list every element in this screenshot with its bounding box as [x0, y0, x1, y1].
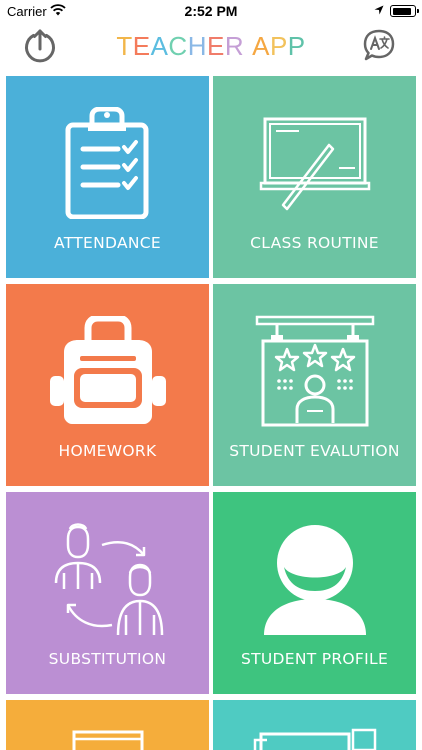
star-board-icon — [213, 306, 416, 436]
tile-label: STUDENT EVALUTION — [229, 442, 400, 460]
tile-label: SUBSTITUTION — [48, 650, 167, 668]
dashboard-grid: ATTENDANCE CLASS ROUTINE HOMEWORK STUDEN… — [6, 76, 416, 750]
tile-label: STUDENT PROFILE — [240, 650, 389, 668]
user-profile-icon — [213, 514, 416, 644]
tile-student-profile[interactable]: STUDENT PROFILE — [213, 492, 416, 694]
clock: 2:52 PM — [184, 3, 238, 19]
book-icon — [72, 730, 144, 750]
tile-substitution[interactable]: SUBSTITUTION — [6, 492, 209, 694]
battery-icon — [390, 5, 419, 17]
translate-icon[interactable] — [361, 27, 397, 63]
blackboard-icon — [213, 98, 416, 228]
app-title-text: TEACHER APP — [116, 31, 306, 61]
tile-attendance[interactable]: ATTENDANCE — [6, 76, 209, 278]
app-title: TEACHER APP — [0, 31, 422, 62]
tile-bottom-left[interactable] — [6, 700, 209, 750]
tile-label: CLASS ROUTINE — [250, 234, 379, 252]
location-icon — [374, 5, 384, 15]
status-bar: Carrier 2:52 PM — [0, 0, 422, 22]
tile-bottom-right[interactable] — [213, 700, 416, 750]
tile-label: ATTENDANCE — [54, 234, 161, 252]
tile-homework[interactable]: HOMEWORK — [6, 284, 209, 486]
tile-class-routine[interactable]: CLASS ROUTINE — [213, 76, 416, 278]
nav-bar: TEACHER APP — [0, 22, 422, 72]
battery-level — [392, 7, 412, 15]
tile-label: HOMEWORK — [58, 442, 157, 460]
tile-student-evaluation[interactable]: STUDENT EVALUTION — [213, 284, 416, 486]
document-icon — [253, 728, 377, 750]
clipboard-checklist-icon — [6, 98, 209, 228]
backpack-icon — [6, 306, 209, 436]
swap-people-icon — [6, 514, 209, 644]
